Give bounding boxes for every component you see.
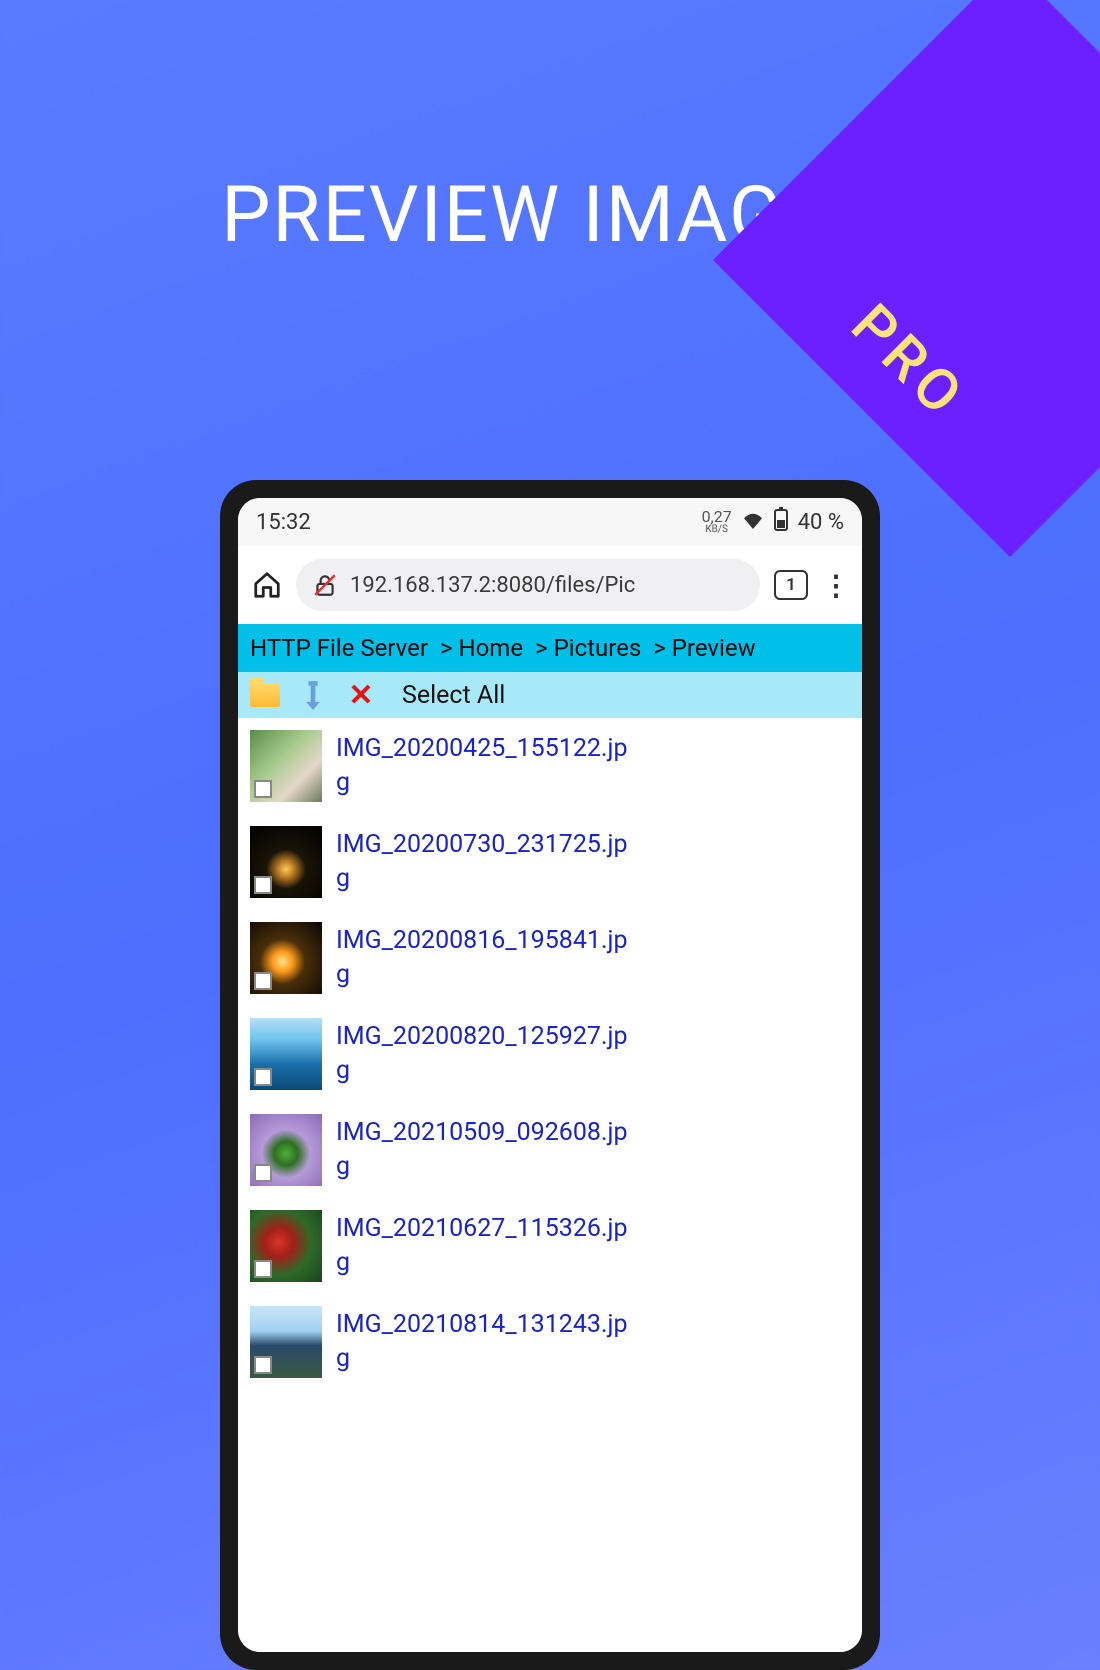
file-name-link[interactable]: IMG_20210509_092608.jpg <box>336 1116 636 1184</box>
insecure-lock-icon <box>312 572 338 598</box>
device-frame: 15:32 0,27 KB/S 40 % <box>220 480 880 1670</box>
overflow-menu-icon[interactable]: ⋮ <box>822 569 848 602</box>
file-thumbnail[interactable] <box>250 922 322 994</box>
file-thumbnail[interactable] <box>250 1114 322 1186</box>
file-name-link[interactable]: IMG_20200730_231725.jpg <box>336 828 636 896</box>
url-bar[interactable]: 192.168.137.2:8080/files/Pic <box>296 559 760 611</box>
file-checkbox[interactable] <box>254 780 272 798</box>
file-list: IMG_20200425_155122.jpg IMG_20200730_2317… <box>238 718 862 1652</box>
file-name-link[interactable]: IMG_20200425_155122.jpg <box>336 732 636 800</box>
tabs-button[interactable]: 1 <box>774 570 808 600</box>
file-thumbnail[interactable] <box>250 1018 322 1090</box>
compress-icon[interactable] <box>298 680 328 710</box>
file-thumbnail[interactable] <box>250 1210 322 1282</box>
file-checkbox[interactable] <box>254 1068 272 1086</box>
breadcrumb: HTTP File Server > Home > Pictures > Pre… <box>238 624 862 672</box>
pro-ribbon-text: PRO <box>838 291 979 432</box>
file-row[interactable]: IMG_20200425_155122.jpg <box>238 718 862 814</box>
file-checkbox[interactable] <box>254 1260 272 1278</box>
device-screen: 15:32 0,27 KB/S 40 % <box>238 498 862 1652</box>
select-all-link[interactable]: Select All <box>402 681 505 710</box>
file-checkbox[interactable] <box>254 972 272 990</box>
file-thumbnail[interactable] <box>250 1306 322 1378</box>
pro-ribbon: PRO <box>713 0 1100 557</box>
url-text: 192.168.137.2:8080/files/Pic <box>350 573 635 598</box>
delete-icon[interactable]: ✕ <box>346 680 376 710</box>
new-folder-icon[interactable] <box>250 680 280 710</box>
file-name-link[interactable]: IMG_20210627_115326.jpg <box>336 1212 636 1280</box>
file-name-link[interactable]: IMG_20200816_195841.jpg <box>336 924 636 992</box>
file-row[interactable]: IMG_20210814_131243.jpg <box>238 1294 862 1390</box>
breadcrumb-item-pictures[interactable]: > Pictures <box>535 634 641 662</box>
file-name-link[interactable]: IMG_20200820_125927.jpg <box>336 1020 636 1088</box>
file-name-link[interactable]: IMG_20210814_131243.jpg <box>336 1308 636 1376</box>
data-rate: 0,27 KB/S <box>702 509 732 535</box>
battery-percent: 40 % <box>798 510 844 535</box>
breadcrumb-item-preview[interactable]: > Preview <box>653 634 755 662</box>
file-toolbar: ✕ Select All <box>238 672 862 718</box>
file-checkbox[interactable] <box>254 876 272 894</box>
status-bar: 15:32 0,27 KB/S 40 % <box>238 498 862 546</box>
status-right: 0,27 KB/S 40 % <box>702 507 844 537</box>
breadcrumb-item-home[interactable]: > Home <box>440 634 523 662</box>
file-row[interactable]: IMG_20210509_092608.jpg <box>238 1102 862 1198</box>
file-row[interactable]: IMG_20200820_125927.jpg <box>238 1006 862 1102</box>
breadcrumb-root[interactable]: HTTP File Server <box>250 634 428 662</box>
home-icon[interactable] <box>252 570 282 600</box>
file-thumbnail[interactable] <box>250 730 322 802</box>
status-time: 15:32 <box>256 510 311 535</box>
browser-toolbar: 192.168.137.2:8080/files/Pic 1 ⋮ <box>238 546 862 624</box>
file-row[interactable]: IMG_20200730_231725.jpg <box>238 814 862 910</box>
file-checkbox[interactable] <box>254 1356 272 1374</box>
file-row[interactable]: IMG_20200816_195841.jpg <box>238 910 862 1006</box>
wifi-icon <box>742 510 764 535</box>
tab-count: 1 <box>786 575 796 595</box>
file-thumbnail[interactable] <box>250 826 322 898</box>
file-checkbox[interactable] <box>254 1164 272 1182</box>
battery-icon <box>774 507 788 537</box>
file-row[interactable]: IMG_20210627_115326.jpg <box>238 1198 862 1294</box>
